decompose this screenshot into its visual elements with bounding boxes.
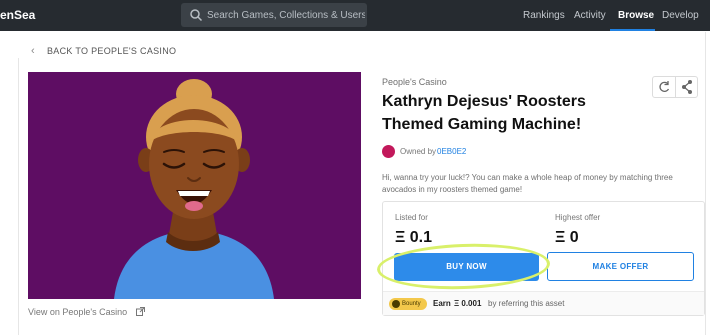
top-nav: enSea Rankings Activity Browse Develop [0,0,710,31]
asset-actions [652,76,698,98]
search-icon [190,9,203,22]
owner-avatar[interactable] [382,145,395,158]
asset-title: Kathryn Dejesus' Roosters Themed Gaming … [382,93,586,133]
nav-rankings[interactable]: Rankings [523,10,565,21]
share-button[interactable] [676,77,698,97]
share-icon [682,80,692,94]
search-box[interactable] [181,3,367,27]
highest-offer-label: Highest offer [555,213,601,222]
owner-link[interactable]: 0EB0E2 [437,147,466,156]
content-divider-right [705,32,706,335]
refresh-button[interactable] [653,77,676,97]
earn-amount: Ξ 0.001 [454,299,482,308]
coin-icon [392,300,400,308]
earn-label: Earn [433,299,451,308]
make-offer-button[interactable]: MAKE OFFER [547,252,694,281]
active-nav-indicator [610,29,655,31]
nav-browse[interactable]: Browse [618,10,654,21]
asset-description: Hi, wanna try your luck!? You can make a… [382,173,673,194]
content-divider-left [18,58,19,335]
bounty-row: Bounty Earn Ξ 0.001 by referring this as… [383,291,704,315]
buy-now-button[interactable]: BUY NOW [394,253,539,281]
external-link-icon[interactable] [136,307,145,316]
search-input[interactable] [207,3,365,27]
back-to-collection-link[interactable]: BACK TO PEOPLE'S CASINO [47,46,176,56]
chevron-left-icon[interactable]: ‹ [31,45,35,57]
character-illustration [114,79,274,299]
owned-by-label: Owned by [400,147,437,156]
collection-name[interactable]: People's Casino [382,77,447,87]
brand-logo-text[interactable]: enSea [0,8,35,22]
refresh-icon [659,81,670,92]
nav-develop[interactable]: Develop [662,10,699,21]
asset-image[interactable] [28,72,361,299]
price-panel: Listed for Ξ 0.1 Highest offer Ξ 0 BUY N… [382,201,705,316]
listed-price: Ξ 0.1 [395,229,432,246]
nav-activity[interactable]: Activity [574,10,606,21]
highest-offer-price: Ξ 0 [555,229,579,246]
earn-referral-text: by referring this asset [488,299,565,308]
listed-label: Listed for [395,213,428,222]
view-on-collection-link[interactable]: View on People's Casino [28,307,127,317]
